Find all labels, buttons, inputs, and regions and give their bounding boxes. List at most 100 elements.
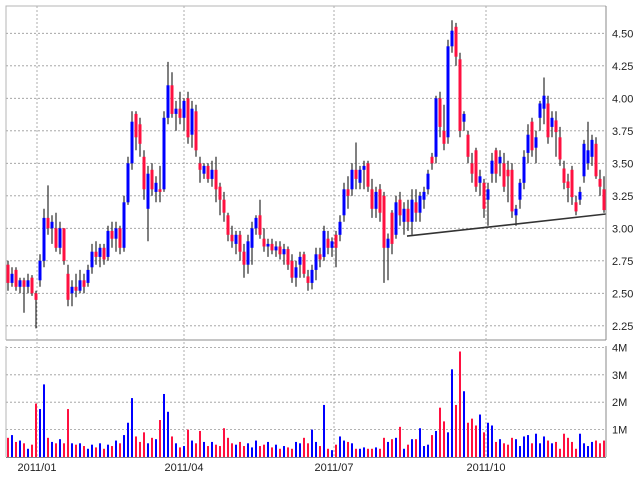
volume-bar bbox=[163, 393, 165, 457]
candle-body bbox=[466, 134, 470, 157]
candle-body bbox=[426, 173, 430, 190]
volume-bar bbox=[327, 448, 329, 457]
volume-tick-label: 4M bbox=[612, 342, 627, 354]
candle-body bbox=[562, 168, 566, 183]
volume-bar bbox=[19, 440, 21, 457]
volume-bar bbox=[111, 446, 113, 457]
volume-bar bbox=[519, 446, 521, 457]
candle-body bbox=[210, 169, 214, 179]
volume-bar bbox=[587, 446, 589, 457]
volume-bar bbox=[51, 441, 53, 457]
candle-body bbox=[290, 260, 294, 278]
candle-body bbox=[358, 169, 362, 183]
volume-bar bbox=[491, 425, 493, 457]
volume-bar bbox=[435, 430, 437, 457]
volume-bar bbox=[291, 448, 293, 457]
candle-body bbox=[322, 230, 326, 257]
candle-body bbox=[270, 243, 274, 251]
volume-bar bbox=[479, 414, 481, 457]
candle-body bbox=[86, 269, 90, 283]
candle-body bbox=[302, 254, 306, 274]
candle-body bbox=[142, 156, 146, 190]
candle-body bbox=[570, 169, 574, 198]
candle-body bbox=[366, 163, 370, 187]
candle-body bbox=[398, 199, 402, 216]
candle-body bbox=[122, 202, 126, 248]
price-tick-label: 3.75 bbox=[612, 126, 633, 138]
volume-bar bbox=[155, 439, 157, 457]
candle-body bbox=[334, 234, 338, 248]
candle-body bbox=[510, 169, 514, 212]
price-tick-label: 4.00 bbox=[612, 93, 633, 105]
candle-body bbox=[238, 234, 242, 252]
candle-body bbox=[74, 286, 78, 291]
candle-body bbox=[274, 246, 278, 251]
candle-body bbox=[542, 95, 546, 109]
volume-bar bbox=[143, 432, 145, 457]
candle-body bbox=[446, 46, 450, 138]
volume-bar bbox=[467, 422, 469, 457]
volume-bar bbox=[43, 384, 45, 457]
volume-bar bbox=[279, 448, 281, 457]
candle-body bbox=[226, 215, 230, 235]
volume-bar bbox=[499, 439, 501, 457]
volume-bar bbox=[255, 440, 257, 457]
candle-body bbox=[318, 254, 322, 260]
candle-body bbox=[346, 189, 350, 196]
volume-bar bbox=[175, 443, 177, 457]
volume-bar bbox=[303, 437, 305, 457]
volume-bar bbox=[543, 436, 545, 457]
candle-body bbox=[230, 234, 234, 242]
candle-body bbox=[138, 124, 142, 144]
candle-body bbox=[214, 169, 218, 190]
price-tick-label: 3.25 bbox=[612, 191, 633, 203]
volume-bar bbox=[387, 441, 389, 457]
candle-body bbox=[578, 191, 582, 200]
volume-bar bbox=[339, 436, 341, 457]
volume-bar bbox=[591, 441, 593, 457]
volume-bar bbox=[575, 448, 577, 457]
candle-body bbox=[330, 241, 334, 248]
volume-bar bbox=[203, 441, 205, 457]
candle-body bbox=[82, 280, 86, 287]
candle-body bbox=[394, 202, 398, 235]
volume-bar bbox=[127, 422, 129, 457]
date-tick-label: 2011/01 bbox=[18, 462, 57, 474]
volume-bar bbox=[207, 446, 209, 457]
volume-bar bbox=[315, 441, 317, 457]
volume-bar bbox=[159, 420, 161, 457]
candle-body bbox=[434, 98, 438, 157]
volume-bar bbox=[567, 437, 569, 457]
candle-body bbox=[598, 178, 602, 187]
volume-bar bbox=[183, 446, 185, 457]
volume-bar bbox=[171, 436, 173, 457]
volume-bar bbox=[307, 443, 309, 457]
candle-body bbox=[390, 212, 394, 244]
candle-body bbox=[494, 150, 498, 174]
volume-bar bbox=[359, 448, 361, 457]
volume-tick-label: 2M bbox=[612, 397, 627, 409]
candle-body bbox=[402, 208, 406, 222]
candle-body bbox=[158, 189, 162, 192]
volume-bar bbox=[299, 443, 301, 457]
volume-bar bbox=[463, 391, 465, 457]
candle-body bbox=[386, 238, 390, 248]
candle-body bbox=[370, 189, 374, 209]
candle-body bbox=[130, 121, 134, 164]
candle-body bbox=[590, 139, 594, 157]
volume-bar bbox=[455, 404, 457, 457]
candle-body bbox=[550, 117, 554, 127]
volume-bar bbox=[319, 446, 321, 457]
candle-body bbox=[278, 246, 282, 255]
volume-bar bbox=[487, 422, 489, 457]
candle-body bbox=[54, 228, 58, 248]
volume-bar bbox=[59, 439, 61, 457]
volume-bar bbox=[403, 448, 405, 457]
candle-body bbox=[486, 189, 490, 200]
volume-bar bbox=[283, 446, 285, 457]
candle-body bbox=[458, 59, 462, 131]
candle-body bbox=[146, 173, 150, 209]
volume-bar bbox=[103, 448, 105, 457]
candle-body bbox=[18, 280, 22, 287]
candle-body bbox=[58, 228, 62, 248]
